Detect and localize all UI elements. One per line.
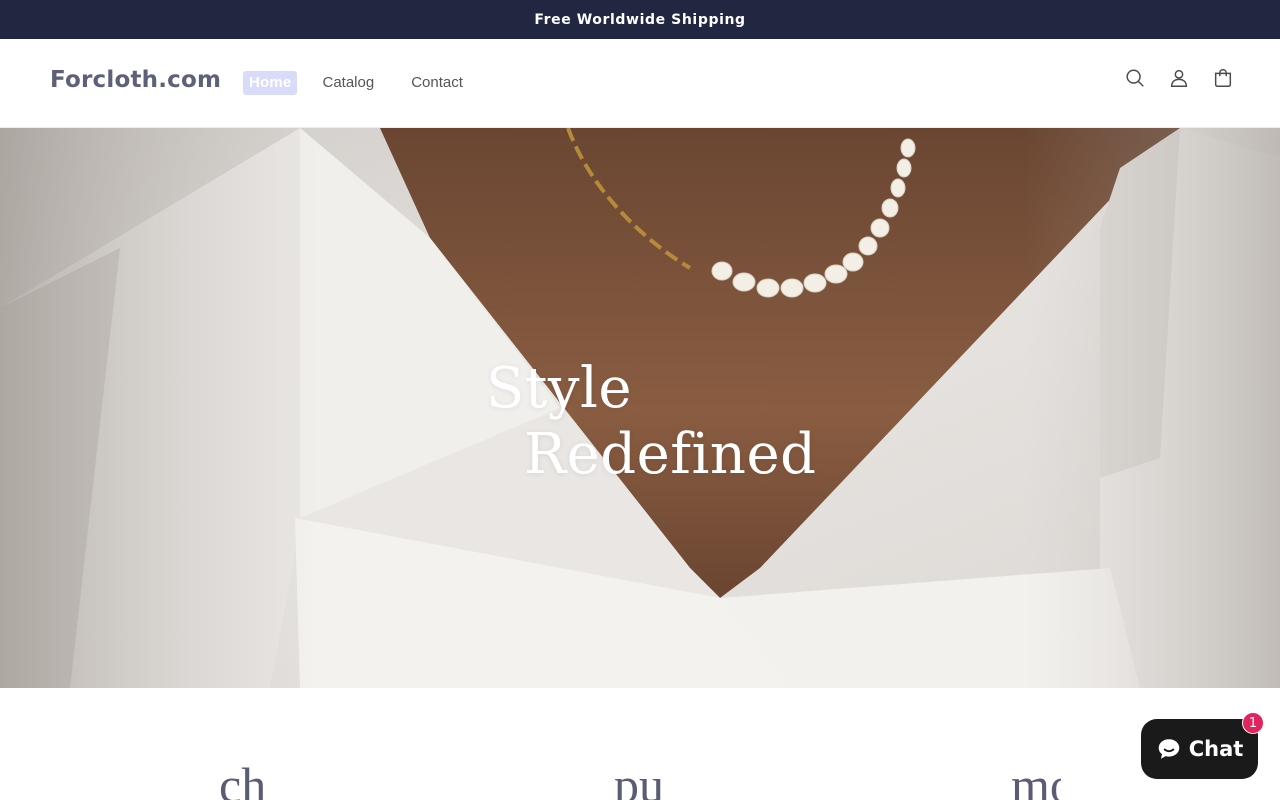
hero-banner: Style Redefined: [0, 128, 1280, 688]
hero-heading-line2: Redefined: [524, 422, 817, 487]
collection-teasers: ch pu mo: [0, 688, 1280, 800]
chat-bubble-icon: [1158, 739, 1179, 759]
nav-item-home[interactable]: Home: [243, 71, 298, 95]
nav-item-contact[interactable]: Contact: [411, 71, 463, 95]
chat-notification-badge: 1: [1242, 712, 1264, 734]
teaser-heading-1: ch: [219, 757, 267, 800]
cart-icon[interactable]: [1212, 67, 1232, 87]
teaser-heading-2: pu: [614, 757, 664, 800]
account-icon[interactable]: [1168, 67, 1188, 87]
hero-image: [0, 128, 1280, 688]
main-nav: Home Catalog Contact: [243, 71, 500, 95]
site-header: Forcloth.com Home Catalog Contact: [0, 39, 1280, 128]
nav-item-catalog[interactable]: Catalog: [322, 71, 374, 95]
chat-label: Chat: [1188, 737, 1244, 761]
chat-button[interactable]: Chat: [1141, 719, 1258, 779]
teaser-heading-3: mo: [1011, 757, 1061, 800]
search-icon[interactable]: [1124, 67, 1144, 87]
announcement-text: Free Worldwide Shipping: [534, 11, 746, 28]
header-icons: [1124, 67, 1232, 87]
announcement-bar: Free Worldwide Shipping: [0, 0, 1280, 39]
site-logo[interactable]: Forcloth.com: [50, 67, 221, 93]
hero-heading-line1: Style: [486, 356, 633, 421]
